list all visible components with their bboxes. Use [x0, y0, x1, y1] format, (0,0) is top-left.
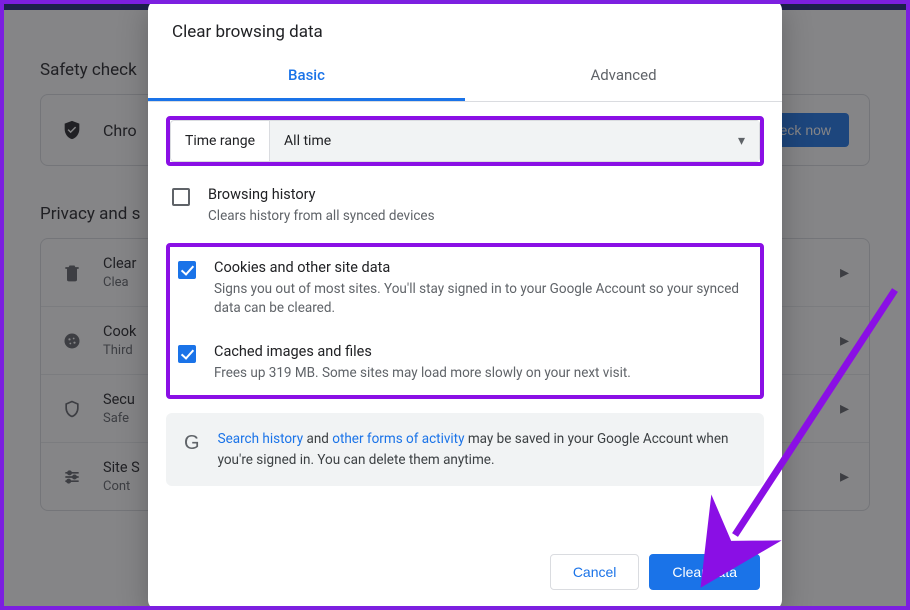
time-range-highlight: Time range All time ▾ — [166, 116, 764, 166]
checked-options-highlight: Cookies and other site data Signs you ou… — [166, 243, 764, 400]
tab-advanced[interactable]: Advanced — [465, 52, 782, 101]
dropdown-arrow-icon: ▾ — [738, 133, 745, 149]
cancel-button[interactable]: Cancel — [550, 554, 640, 590]
option-sub: Signs you out of most sites. You'll stay… — [214, 280, 752, 319]
browsing-history-option[interactable]: Browsing history Clears history from all… — [166, 174, 764, 239]
time-range-value: All time — [284, 133, 331, 149]
dialog-tabs: Basic Advanced — [148, 52, 782, 102]
google-g-icon: G — [184, 428, 200, 458]
cookies-option[interactable]: Cookies and other site data Signs you ou… — [172, 247, 758, 331]
time-range-label: Time range — [171, 121, 269, 161]
dialog-title: Clear browsing data — [148, 0, 782, 52]
browsing-history-checkbox[interactable] — [172, 188, 190, 206]
option-sub: Frees up 319 MB. Some sites may load mor… — [214, 364, 752, 384]
option-title: Browsing history — [208, 186, 758, 203]
google-account-info: G Search history and other forms of acti… — [166, 413, 764, 486]
option-title: Cached images and files — [214, 343, 752, 360]
clear-browsing-data-dialog: Clear browsing data Basic Advanced Time … — [148, 0, 782, 610]
other-activity-link[interactable]: other forms of activity — [332, 431, 464, 447]
cache-option[interactable]: Cached images and files Frees up 319 MB.… — [172, 331, 758, 396]
search-history-link[interactable]: Search history — [218, 431, 304, 447]
time-range-select[interactable]: All time ▾ — [269, 121, 759, 161]
clear-data-button[interactable]: Clear data — [649, 554, 760, 590]
tab-basic[interactable]: Basic — [148, 52, 465, 101]
cache-checkbox[interactable] — [178, 345, 196, 363]
option-title: Cookies and other site data — [214, 259, 752, 276]
cookies-checkbox[interactable] — [178, 261, 196, 279]
option-sub: Clears history from all synced devices — [208, 207, 758, 227]
